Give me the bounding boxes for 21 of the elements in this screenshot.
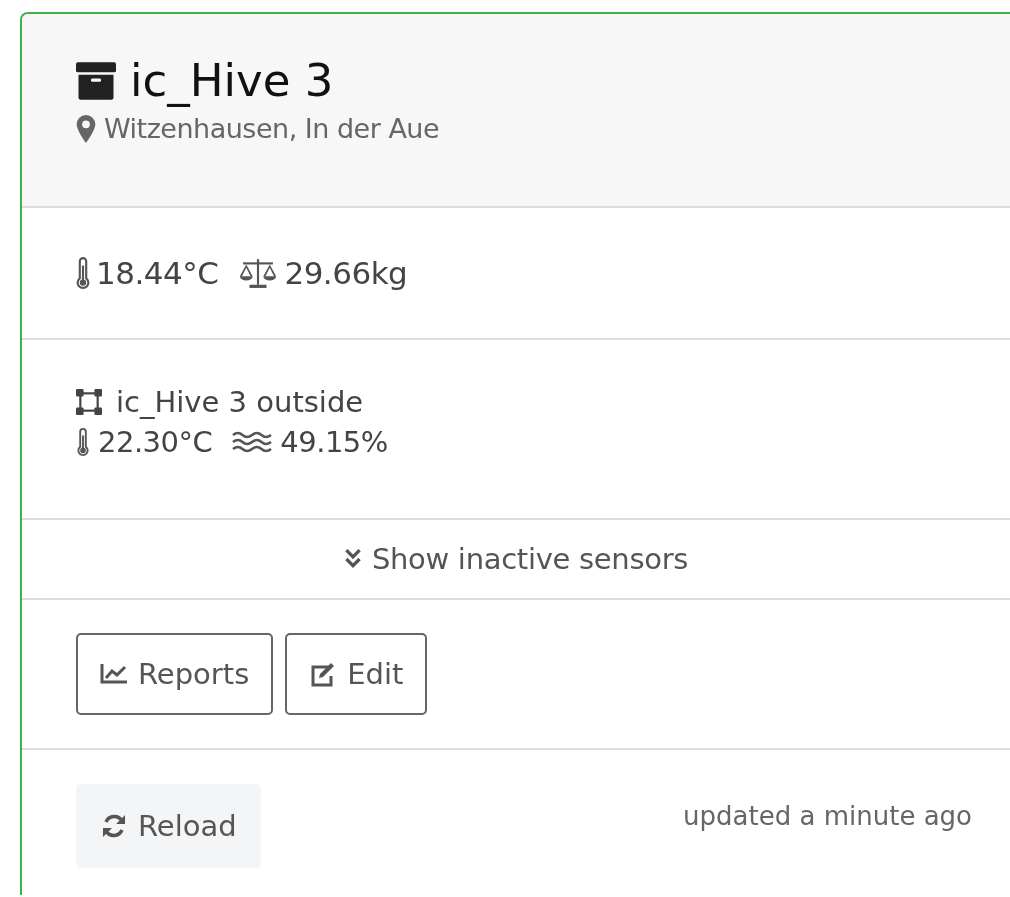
- reading-value: 49.15%: [280, 425, 388, 459]
- sensor-name: ic_Hive 3 outside: [116, 385, 364, 419]
- refresh-icon: [100, 813, 128, 839]
- reading-value: 18.44°C: [96, 255, 219, 291]
- line-chart-icon: [100, 661, 128, 687]
- edit-button[interactable]: Edit: [285, 633, 428, 715]
- map-pin-icon: [76, 114, 96, 143]
- thermometer-icon: [76, 257, 90, 289]
- archive-box-icon: [76, 61, 116, 100]
- reports-button[interactable]: Reports: [76, 633, 274, 715]
- updated-time: updated a minute ago: [683, 801, 972, 831]
- vector-square-icon: [76, 389, 102, 415]
- reading-value: 22.30°C: [98, 425, 213, 459]
- thermometer-icon: [76, 428, 90, 456]
- double-chevron-down-icon: [343, 548, 362, 570]
- hive-location: Witzenhausen, In der Aue: [104, 113, 440, 144]
- reading-value: 29.66kg: [284, 255, 408, 291]
- balance-scale-icon: [238, 257, 279, 289]
- water-waves-icon: [232, 431, 273, 453]
- hive-title: ic_Hive 3: [130, 54, 334, 107]
- reload-button[interactable]: Reload: [76, 784, 261, 868]
